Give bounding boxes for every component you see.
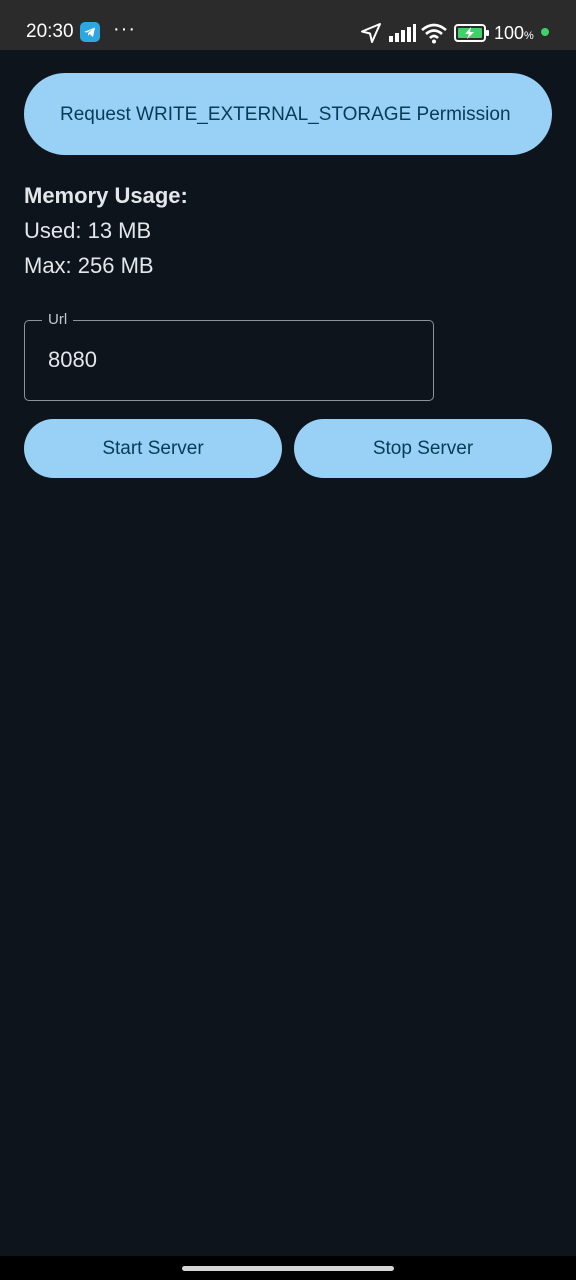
main-content: Request WRITE_EXTERNAL_STORAGE Permissio… bbox=[0, 50, 576, 1256]
memory-max-text: Max: 256 MB bbox=[24, 253, 154, 278]
stop-server-button[interactable]: Stop Server bbox=[294, 419, 552, 478]
memory-usage-title: Memory Usage: bbox=[24, 183, 188, 208]
memory-used-text: Used: 13 MB bbox=[24, 218, 152, 243]
privacy-indicator-dot bbox=[541, 28, 549, 36]
telegram-icon bbox=[80, 22, 100, 42]
gesture-handle[interactable] bbox=[182, 1266, 394, 1271]
battery-percent-unit: % bbox=[524, 30, 534, 42]
url-input[interactable] bbox=[48, 347, 408, 373]
more-notifications-icon: ··· bbox=[113, 18, 136, 40]
status-time: 20:30 bbox=[26, 21, 74, 42]
start-server-button[interactable]: Start Server bbox=[24, 419, 282, 478]
url-field[interactable]: Url bbox=[24, 310, 434, 401]
signal-icon bbox=[389, 24, 416, 42]
navigation-bar bbox=[0, 1256, 576, 1280]
battery-percent: 100% bbox=[494, 22, 534, 47]
request-permission-button[interactable]: Request WRITE_EXTERNAL_STORAGE Permissio… bbox=[24, 73, 552, 155]
battery-charging-icon bbox=[454, 24, 489, 42]
status-bar: 20:30 ··· 100% bbox=[0, 0, 576, 50]
url-field-label: Url bbox=[42, 310, 74, 330]
battery-percent-value: 100 bbox=[494, 23, 525, 43]
location-arrow-icon bbox=[361, 23, 381, 43]
wifi-icon bbox=[421, 23, 447, 44]
